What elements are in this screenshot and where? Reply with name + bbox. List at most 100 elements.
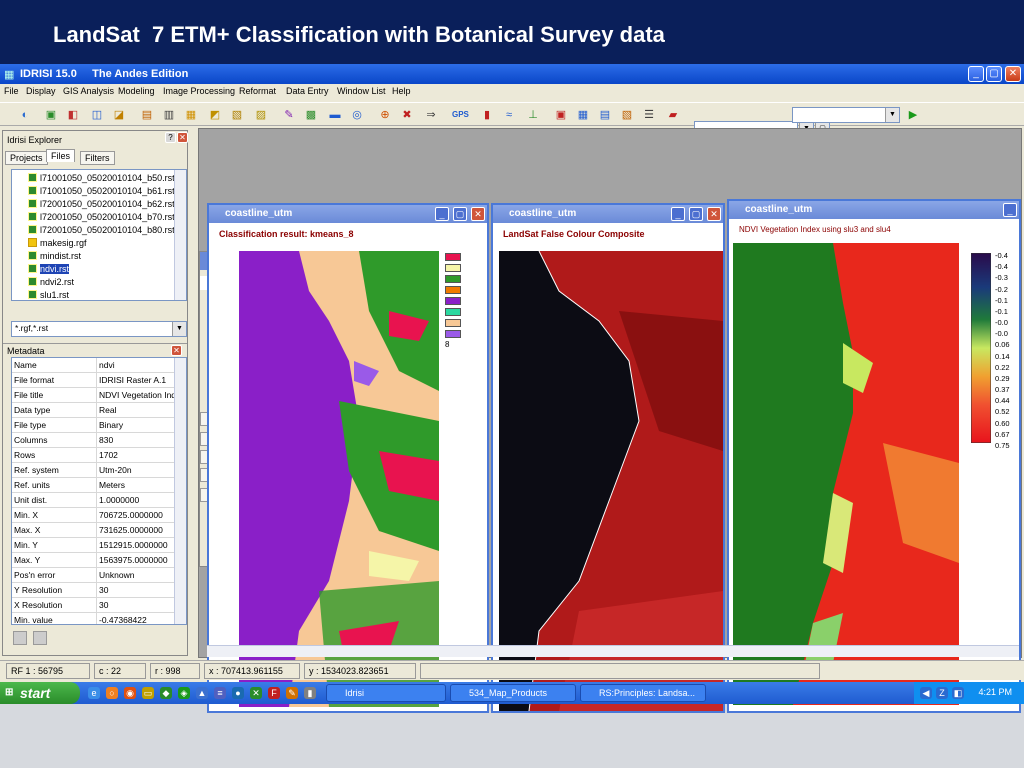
menu-help[interactable]: Help (392, 86, 411, 96)
file-item[interactable]: ndvi2.rst (28, 276, 74, 289)
file-item[interactable]: l71001050_05020010104_b61.rst (28, 185, 175, 198)
file-list-scrollbar[interactable] (174, 170, 186, 300)
metadata-save-icon[interactable] (33, 631, 47, 645)
edit-icon[interactable]: ▩ (304, 108, 318, 122)
explorer-close-button[interactable]: ✕ (177, 132, 188, 143)
flow-icon[interactable]: ▧ (620, 108, 634, 122)
minimize-button[interactable]: _ (968, 66, 984, 82)
wave-icon[interactable]: ≈ (502, 108, 516, 122)
file-item[interactable]: mindist.rst (28, 250, 81, 263)
layers-icon[interactable]: ▰ (666, 108, 680, 122)
minimize-button[interactable]: _ (671, 207, 685, 221)
browser-icon[interactable]: ◉ (124, 687, 136, 699)
arrow-icon[interactable]: ⇒ (424, 108, 438, 122)
ndvi-window[interactable]: coastline_utm _ NDVI Vegetation Index us… (727, 199, 1021, 713)
table-icon[interactable]: ▥ (162, 108, 176, 122)
open-file-icon[interactable]: ◐ (18, 108, 32, 122)
histogram-icon[interactable]: ▮ (480, 108, 494, 122)
matrix-icon[interactable]: ▤ (598, 108, 612, 122)
grid-icon[interactable]: ▦ (576, 108, 590, 122)
network-icon[interactable]: ◈ (178, 687, 190, 699)
file-list[interactable]: l71001050_05020010104_b50.rst l71001050_0… (11, 169, 187, 301)
menu-window-list[interactable]: Window List (337, 86, 386, 96)
window-close-button[interactable]: ✕ (707, 207, 721, 221)
folder-icon[interactable]: ▭ (142, 687, 154, 699)
mountain-icon[interactable]: ▲ (196, 687, 208, 699)
classification-map[interactable] (239, 251, 439, 707)
task-rs-principles[interactable]: RS:Principles: Landsa... (580, 684, 706, 702)
menu-data-entry[interactable]: Data Entry (286, 86, 329, 96)
link-icon[interactable]: ▨ (254, 108, 268, 122)
ndvi-map[interactable] (733, 243, 959, 705)
metadata-close-button[interactable]: ✕ (171, 345, 182, 356)
ie-icon[interactable]: e (88, 687, 100, 699)
paint-icon[interactable]: ✎ (286, 687, 298, 699)
more-icon[interactable]: ▮ (304, 687, 316, 699)
map-icon[interactable]: ◫ (90, 108, 104, 122)
delete-icon[interactable]: ✖ (400, 108, 414, 122)
menu-file[interactable]: File (4, 86, 19, 96)
start-button[interactable]: ⊞ start (0, 682, 80, 704)
maximize-button[interactable]: ▢ (689, 207, 703, 221)
false-colour-map[interactable] (499, 251, 723, 711)
workspace-horizontal-scrollbar[interactable] (207, 645, 1019, 657)
menu-reformat[interactable]: Reformat (239, 86, 276, 96)
file-item[interactable]: ndvi.rst (28, 263, 70, 276)
minimize-button[interactable]: _ (435, 207, 449, 221)
profile-icon[interactable]: ⊥ (526, 108, 540, 122)
task-idrisi[interactable]: Idrisi (326, 684, 446, 702)
metadata-scrollbar[interactable] (174, 358, 186, 624)
zonealarm-icon[interactable]: Z (936, 687, 948, 699)
gps-icon[interactable]: GPS (452, 108, 469, 122)
network-tray-icon[interactable]: ◧ (952, 687, 964, 699)
file-item[interactable]: l72001050_05020010104_b62.rst (28, 198, 175, 211)
back-icon[interactable]: ◀ (920, 687, 932, 699)
firefox-icon[interactable]: ○ (106, 687, 118, 699)
file-item[interactable]: l71001050_05020010104_b50.rst (28, 172, 175, 185)
file-item[interactable]: l72001050_05020010104_b80.rst (28, 224, 175, 237)
display-icon[interactable]: ▣ (44, 108, 58, 122)
menu-gis-analysis[interactable]: GIS Analysis (63, 86, 114, 96)
menu-modeling[interactable]: Modeling (118, 86, 155, 96)
metadata-row: Min. X 706725.0000000 (12, 508, 176, 523)
macro-combo[interactable]: ▼ (792, 107, 900, 123)
metadata-edit-icon[interactable] (13, 631, 27, 645)
tab-files[interactable]: Files (46, 149, 76, 162)
app-icon[interactable]: ◆ (160, 687, 172, 699)
query-icon[interactable]: ▤ (140, 108, 154, 122)
tab-filters[interactable]: Filters (80, 151, 115, 165)
zoom-icon[interactable]: ◎ (350, 108, 364, 122)
palette-icon[interactable]: ◩ (208, 108, 222, 122)
false-colour-window[interactable]: coastline_utm _ ▢ ✕ LandSat False Colour… (491, 203, 725, 713)
run-icon[interactable]: ▶ (906, 108, 920, 122)
task-map-products[interactable]: 534_Map_Products (450, 684, 576, 702)
window-close-button[interactable]: ✕ (471, 207, 485, 221)
maximize-button[interactable]: ▢ (453, 207, 467, 221)
menu-image-processing[interactable]: Image Processing (163, 86, 235, 96)
excel-icon[interactable]: ✕ (250, 687, 262, 699)
file-item[interactable]: makesig.rgf (28, 237, 87, 250)
file-filter-select[interactable]: *.rgf,*.rst ▼ (11, 321, 187, 337)
raster-file-icon (28, 264, 37, 273)
file-item[interactable]: slu1.rst (28, 289, 69, 300)
digitize-icon[interactable]: ✎ (282, 108, 296, 122)
classification-window[interactable]: coastline_utm _ ▢ ✕ Classification resul… (207, 203, 489, 713)
menu-display[interactable]: Display (26, 86, 56, 96)
tab-projects[interactable]: Projects (5, 151, 48, 165)
composer-icon[interactable]: ◧ (66, 108, 80, 122)
list-icon[interactable]: ☰ (642, 108, 656, 122)
globe-icon[interactable]: ● (232, 687, 244, 699)
close-button[interactable]: ✕ (1005, 66, 1021, 82)
group-icon[interactable]: ▧ (230, 108, 244, 122)
save-icon[interactable]: ▬ (328, 108, 342, 122)
target-icon[interactable]: ⊕ (378, 108, 392, 122)
report-icon[interactable]: ▣ (554, 108, 568, 122)
pdf-icon[interactable]: F (268, 687, 280, 699)
stack-icon[interactable]: ≡ (214, 687, 226, 699)
window-icon[interactable]: ▦ (184, 108, 198, 122)
help-button[interactable]: ? (165, 132, 176, 143)
layer-icon[interactable]: ◪ (112, 108, 126, 122)
maximize-button[interactable]: ▢ (986, 66, 1002, 82)
file-item[interactable]: l72001050_05020010104_b70.rst (28, 211, 175, 224)
minimize-button[interactable]: _ (1003, 203, 1017, 217)
